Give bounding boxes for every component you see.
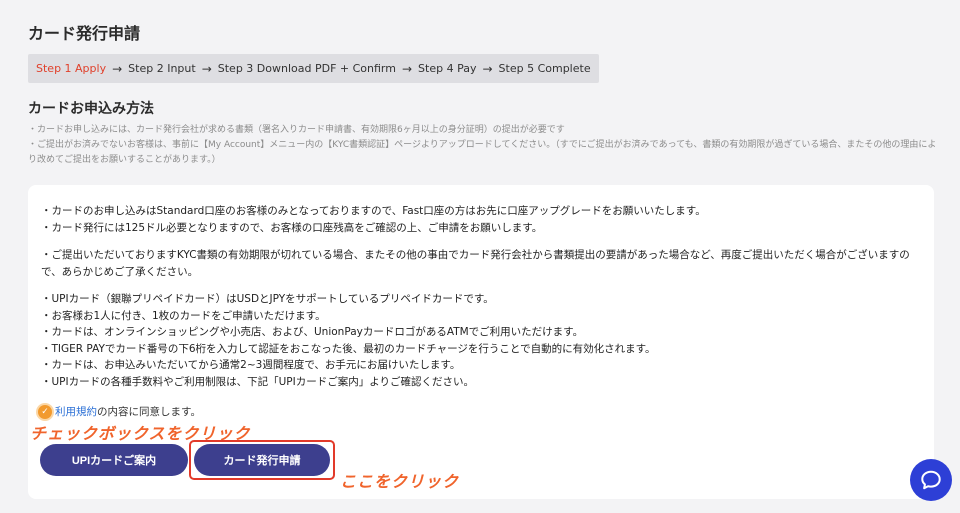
step-3: Step 3 Download PDF + Confirm bbox=[217, 62, 396, 75]
step-1: Step 1 Apply bbox=[36, 62, 107, 75]
agree-label: の内容に同意します。 bbox=[97, 406, 201, 418]
application-notes: ・カードお申し込みには、カード発行会社が求める書類（署名入りカード申請書、有効期… bbox=[28, 123, 940, 168]
section-title: カードお申込み方法 bbox=[28, 101, 154, 117]
chat-bubble-icon bbox=[921, 470, 941, 490]
chat-button[interactable] bbox=[910, 459, 952, 501]
info-line: ・カード発行には125ドル必要となりますので、お客様の口座残高をご確認の上、ご申… bbox=[41, 221, 543, 234]
step-arrow: → bbox=[401, 61, 413, 76]
check-icon: ✓ bbox=[41, 406, 49, 417]
step-2: Step 2 Input bbox=[128, 62, 196, 75]
info-paragraph: ・UPIカード（銀聯プリペイドカード）はUSDとJPYをサポートしているプリペイ… bbox=[41, 291, 921, 390]
card-issue-button[interactable]: カード発行申請 bbox=[194, 444, 330, 476]
info-card: ・カードのお申し込みはStandard口座のお客様のみとなっておりますので、Fa… bbox=[28, 185, 934, 499]
note-line: ・ご提出がお済みでないお客様は、事前に【My Account】メニュー内の【KY… bbox=[28, 140, 937, 165]
info-line: ・カードのお申し込みはStandard口座のお客様のみとなっておりますので、Fa… bbox=[41, 205, 706, 217]
info-line: ・カードは、オンラインショッピングや小売店、および、UnionPayカードロゴが… bbox=[41, 326, 584, 338]
click-here-annotation: ここをクリック bbox=[340, 472, 460, 491]
info-paragraph: ・カードのお申し込みはStandard口座のお客様のみとなっておりますので、Fa… bbox=[41, 203, 921, 236]
upi-guide-button[interactable]: UPIカードご案内 bbox=[40, 444, 188, 476]
terms-agreement: ✓ 利用規約 の内容に同意します。 bbox=[38, 404, 201, 419]
card-body: ・カードのお申し込みはStandard口座のお客様のみとなっておりますので、Fa… bbox=[41, 203, 921, 401]
terms-link[interactable]: 利用規約 bbox=[55, 404, 97, 419]
step-arrow: → bbox=[112, 61, 123, 76]
info-line: ・お客様お1人に付き、1枚のカードをご申請いただけます。 bbox=[41, 309, 326, 322]
info-paragraph: ・ご提出いただいておりますKYC書類の有効期限が切れている場合、またその他の事由… bbox=[41, 247, 921, 280]
step-arrow: → bbox=[201, 61, 212, 76]
page-title: カード発行申請 bbox=[28, 24, 141, 43]
note-line: ・カードお申し込みには、カード発行会社が求める書類（署名入りカード申請書、有効期… bbox=[28, 125, 565, 135]
info-line: ・UPIカード（銀聯プリペイドカード）はUSDとJPYをサポートしているプリペイ… bbox=[41, 293, 494, 305]
step-arrow: → bbox=[482, 61, 493, 76]
step-4: Step 4 Pay bbox=[418, 62, 477, 75]
info-line: ・ご提出いただいておりますKYC書類の有効期限が切れている場合、またその他の事由… bbox=[41, 249, 910, 278]
info-line: ・カードは、お申込みいただいてから通常2~3週間程度で、お手元にお届けいたします… bbox=[41, 359, 461, 371]
info-line: ・TIGER PAYでカード番号の下6桁を入力して認証をおこなった後、最初のカー… bbox=[41, 342, 656, 355]
agree-checkbox[interactable]: ✓ bbox=[38, 404, 52, 419]
info-line: ・UPIカードの各種手数料やご利用制限は、下記「UPIカードご案内」よりご確認く… bbox=[41, 375, 475, 388]
step-5: Step 5 Complete bbox=[498, 62, 591, 75]
step-progress-bar: Step 1 Apply → Step 2 Input → Step 3 Dow… bbox=[28, 54, 599, 83]
